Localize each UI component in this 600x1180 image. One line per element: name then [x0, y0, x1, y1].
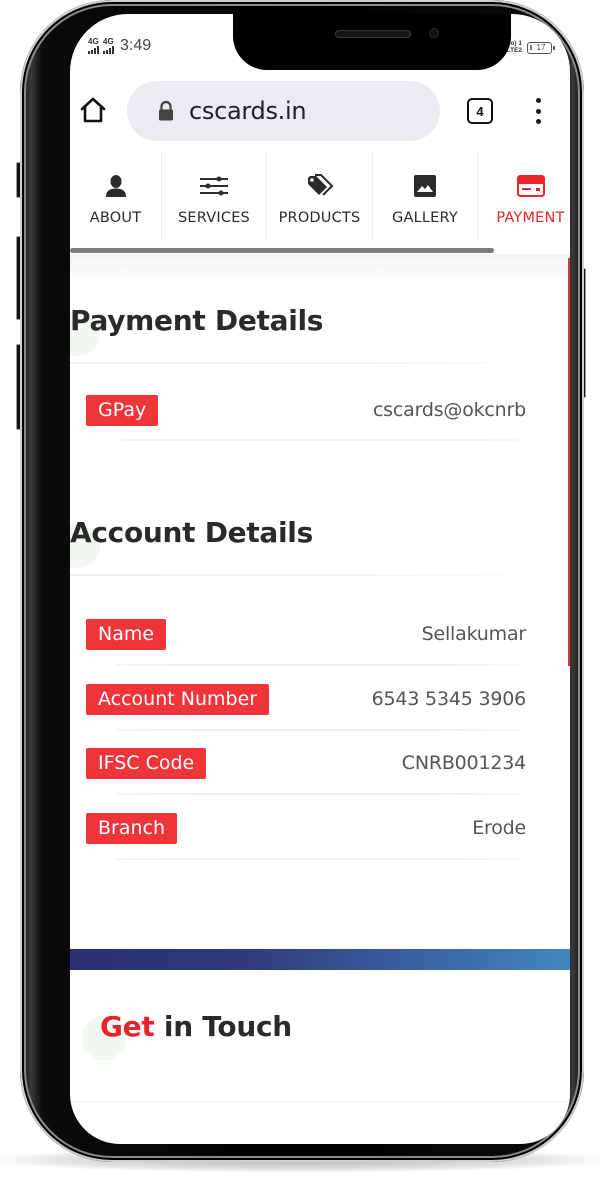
home-icon [80, 97, 106, 123]
name-label: Name [86, 618, 167, 650]
nav-tab-label: GALLERY [392, 210, 458, 226]
account-details-title: Account Details [70, 516, 313, 549]
more-vert-icon[interactable] [528, 96, 548, 126]
row-divider [116, 729, 520, 731]
gpay-row: GPay cscards@okcnrb [86, 393, 526, 427]
credit-card-icon [516, 172, 545, 200]
address-bar[interactable]: cscards.in [127, 81, 440, 141]
get-in-touch-title: Get in Touch [100, 1010, 292, 1043]
account-number-value: 6543 5345 3906 [371, 688, 527, 710]
section-accent-edge [568, 258, 570, 666]
row-divider [116, 793, 520, 795]
tags-icon [306, 172, 334, 200]
get-in-touch-rest: in Touch [154, 1010, 292, 1043]
nav-scrollbar-thumb[interactable] [70, 248, 494, 253]
front-camera [429, 28, 439, 38]
nav-tab-about[interactable]: ABOUT [70, 152, 162, 240]
sim1-signal-icon: 4G [88, 38, 99, 54]
phone-frame: 4G 4G 3:49 Vo) 1 LTE2 17 cscards.in 4 AB… [20, 0, 584, 1162]
sim2-network-type: 4G [103, 37, 114, 46]
ifsc-row: IFSC Code CNRB001234 [86, 746, 526, 780]
branch-value: Erode [472, 817, 526, 839]
lock-icon [157, 100, 175, 122]
account-number-label: Account Number [86, 683, 270, 715]
payment-section: Payment Details GPay cscards@okcnrb Acco… [70, 254, 570, 944]
sliders-icon [200, 172, 228, 200]
row-divider [116, 664, 520, 666]
row-divider [116, 439, 520, 441]
tab-switcher-button[interactable]: 4 [467, 98, 493, 124]
sim1-network-type: 4G [88, 37, 99, 46]
divider [70, 362, 540, 364]
status-time: 3:49 [120, 37, 152, 54]
phone-screen: 4G 4G 3:49 Vo) 1 LTE2 17 cscards.in 4 AB… [70, 14, 570, 1144]
gpay-label: GPay [86, 394, 159, 426]
ifsc-label: IFSC Code [86, 747, 207, 779]
person-icon [105, 172, 127, 200]
url-text: cscards.in [189, 97, 307, 125]
browser-toolbar: cscards.in 4 [70, 78, 570, 144]
nav-tab-label: SERVICES [178, 210, 250, 226]
status-bar-right: Vo) 1 LTE2 17 [507, 40, 555, 54]
branch-row: Branch Erode [86, 811, 526, 845]
sim2-signal-icon: 4G [103, 38, 114, 54]
notch [233, 14, 511, 70]
ifsc-value: CNRB001234 [401, 752, 526, 774]
divider [70, 1101, 570, 1102]
gpay-value: cscards@okcnrb [372, 399, 526, 421]
nav-tab-services[interactable]: SERVICES [162, 152, 267, 240]
home-button[interactable] [78, 95, 108, 125]
nav-tab-label: ABOUT [89, 210, 142, 226]
get-in-touch-highlight: Get [100, 1010, 155, 1043]
name-row: Name Sellakumar [86, 617, 526, 651]
image-icon [413, 172, 437, 200]
nav-tab-payment[interactable]: PAYMENT [478, 152, 570, 240]
name-value: Sellakumar [421, 623, 527, 645]
battery-icon: 17 [527, 41, 555, 54]
section-nav: ABOUT SERVICES PRODUCTS GALLERY PAYMENT [70, 152, 570, 252]
tab-count: 4 [476, 103, 484, 119]
status-bar-left: 4G 4G 3:49 [88, 38, 151, 54]
nav-tab-label: PAYMENT [496, 210, 565, 226]
account-number-row: Account Number 6543 5345 3906 [86, 682, 526, 716]
row-divider [116, 858, 520, 860]
section-gradient-band [70, 949, 570, 970]
nav-tab-gallery[interactable]: GALLERY [373, 152, 478, 240]
branch-label: Branch [86, 812, 178, 844]
payment-details-title: Payment Details [70, 304, 324, 337]
nav-tab-products[interactable]: PRODUCTS [267, 152, 373, 240]
divider [70, 574, 540, 576]
earpiece-speaker [335, 30, 411, 38]
nav-tab-label: PRODUCTS [278, 210, 361, 226]
battery-level: 17 [536, 42, 546, 52]
